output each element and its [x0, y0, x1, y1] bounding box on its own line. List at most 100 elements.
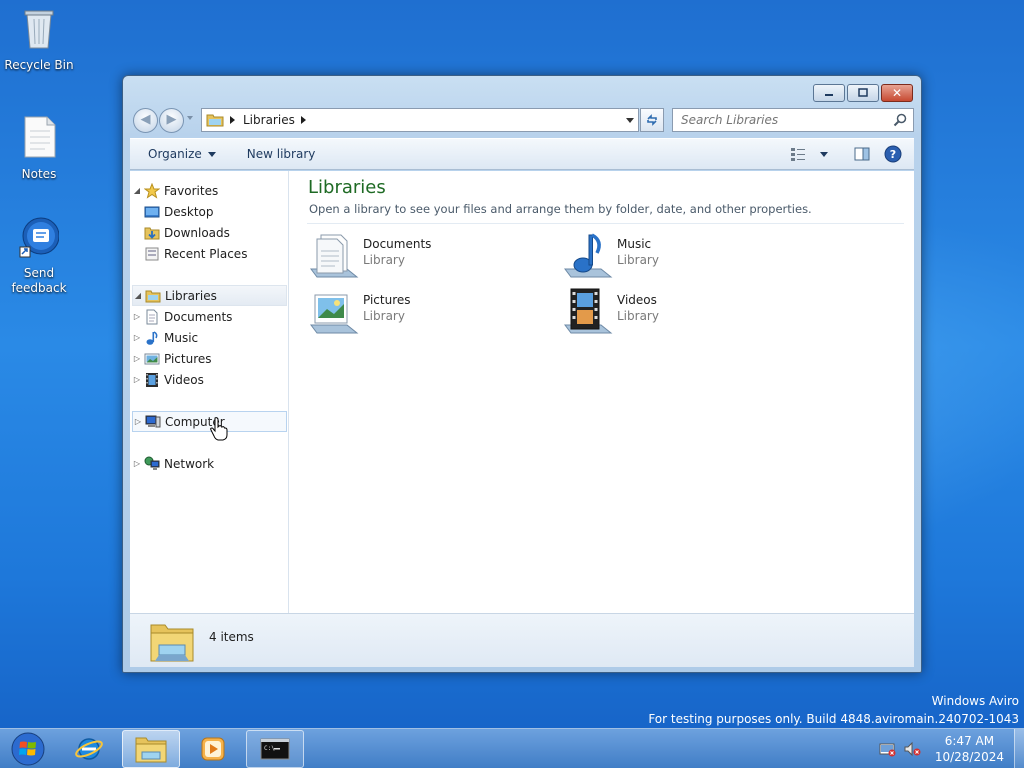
svg-text:C:\: C:\: [264, 745, 275, 752]
media-player-icon: [201, 737, 225, 761]
desktop-icon-label: Notes: [21, 167, 57, 181]
recycle-bin-icon: [24, 10, 54, 49]
address-history-dropdown[interactable]: [626, 118, 634, 123]
address-bar-row: ◀ ▶ Libraries: [131, 107, 914, 133]
build-watermark-info: For testing purposes only. Build 4848.av…: [648, 712, 1019, 726]
nav-item-documents[interactable]: ▷ Documents: [132, 306, 287, 327]
library-type: Library: [363, 253, 405, 267]
nav-item-desktop[interactable]: Desktop: [132, 201, 287, 222]
nav-item-videos[interactable]: ▷ Videos: [132, 369, 287, 390]
help-icon[interactable]: ?: [884, 145, 902, 163]
collapsed-triangle-icon[interactable]: ▷: [132, 333, 142, 342]
organize-label: Organize: [148, 147, 202, 161]
preview-pane-icon[interactable]: [854, 147, 870, 161]
taskbar-media-player[interactable]: [184, 730, 242, 768]
nav-libraries[interactable]: ◢ Libraries: [132, 285, 287, 306]
command-bar: Organize New library ?: [130, 138, 914, 170]
new-library-button[interactable]: New library: [247, 147, 316, 161]
nav-network-label: Network: [164, 456, 215, 471]
taskbar-clock[interactable]: 6:47 AM 10/28/2024: [935, 733, 1004, 765]
maximize-button[interactable]: [847, 84, 879, 102]
forward-arrow-icon: ▶: [166, 112, 177, 127]
nav-item-music[interactable]: ▷ Music: [132, 327, 287, 348]
nav-item-label: Documents: [164, 309, 233, 324]
internet-explorer-icon: [75, 738, 103, 760]
clock-time: 6:47 AM: [944, 734, 995, 748]
collapsed-triangle-icon[interactable]: ▷: [132, 354, 142, 363]
nav-item-downloads[interactable]: Downloads: [132, 222, 287, 243]
search-input[interactable]: [681, 113, 881, 127]
nav-item-pictures[interactable]: ▷ Pictures: [132, 348, 287, 369]
command-prompt-icon: C:\: [260, 738, 290, 760]
library-name: Pictures: [363, 293, 411, 307]
breadcrumb-chevron-icon[interactable]: [300, 116, 306, 124]
volume-muted-icon[interactable]: [903, 741, 921, 757]
nav-item-label: Downloads: [164, 225, 230, 240]
details-pane: 4 items: [130, 613, 914, 667]
collapsed-triangle-icon[interactable]: ▷: [132, 312, 142, 321]
search-box[interactable]: [672, 108, 914, 132]
organize-button[interactable]: Organize: [148, 147, 216, 161]
change-view-button[interactable]: [790, 147, 828, 161]
documents-icon: [146, 309, 158, 324]
file-list-pane: Libraries Open a library to see your fil…: [299, 171, 914, 613]
file-explorer-icon: [135, 737, 167, 763]
build-watermark-title: Windows Aviro: [931, 694, 1019, 708]
explorer-window: ✕ ◀ ▶ Libraries Search Libraries Organiz…: [122, 75, 922, 673]
action-center-flag-icon[interactable]: [879, 741, 897, 757]
close-icon: ✕: [891, 86, 903, 100]
back-arrow-icon: ◀: [140, 112, 151, 127]
chevron-down-icon[interactable]: [820, 151, 828, 157]
taskbar-file-explorer[interactable]: [122, 730, 180, 768]
collapsed-triangle-icon[interactable]: ▷: [132, 375, 142, 384]
library-documents[interactable]: Documents Library: [309, 231, 539, 281]
recent-pages-dropdown[interactable]: [187, 116, 193, 120]
item-count: 4 items: [209, 630, 254, 644]
collapsed-triangle-icon[interactable]: ▷: [133, 417, 143, 426]
search-icon[interactable]: [893, 113, 907, 127]
music-library-icon: [564, 233, 613, 278]
library-name: Documents: [363, 237, 432, 251]
window-controls: ✕: [813, 84, 913, 102]
start-button[interactable]: [0, 730, 56, 768]
videos-film-icon: [146, 372, 158, 387]
taskbar-command-prompt[interactable]: C:\: [246, 730, 304, 768]
start-orb-icon: [11, 732, 45, 766]
collapsed-triangle-icon[interactable]: ▷: [132, 459, 142, 468]
expand-triangle-icon[interactable]: ◢: [133, 291, 143, 300]
breadcrumb-libraries[interactable]: Libraries: [243, 113, 295, 127]
nav-item-label: Videos: [164, 372, 204, 387]
back-button[interactable]: ◀: [133, 108, 158, 133]
library-videos[interactable]: Videos Library: [563, 287, 793, 337]
minimize-button[interactable]: [813, 84, 845, 102]
nav-item-label: Pictures: [164, 351, 212, 366]
library-music[interactable]: Music Library: [563, 231, 793, 281]
taskbar-internet-explorer[interactable]: [60, 730, 118, 768]
address-bar[interactable]: Libraries: [201, 108, 639, 132]
svg-text:?: ?: [890, 148, 896, 161]
desktop-icon-send-feedback[interactable]: Send feedback: [1, 214, 77, 296]
hand-pointer-cursor-icon: [210, 417, 228, 441]
desktop-icon-notes[interactable]: Notes: [1, 115, 77, 182]
taskbar: C:\ 6:47 AM 10/28/2024: [0, 728, 1024, 768]
desktop-folder-icon: [144, 206, 160, 217]
nav-network[interactable]: ▷ Network: [132, 453, 287, 474]
feedback-icon: [19, 217, 60, 258]
clock-date: 10/28/2024: [934, 750, 1004, 764]
forward-button[interactable]: ▶: [159, 108, 184, 133]
nav-item-recent-places[interactable]: Recent Places: [132, 243, 287, 264]
nav-favorites-label: Favorites: [164, 183, 219, 198]
expand-triangle-icon[interactable]: ◢: [132, 186, 142, 195]
header-divider: [307, 223, 904, 224]
refresh-button[interactable]: [640, 108, 664, 132]
computer-icon: [145, 415, 161, 427]
library-pictures[interactable]: Pictures Library: [309, 287, 539, 337]
nav-favorites[interactable]: ◢ Favorites: [132, 180, 287, 201]
chevron-down-icon: [207, 151, 216, 157]
close-button[interactable]: ✕: [881, 84, 913, 102]
desktop-icon-recycle-bin[interactable]: Recycle Bin: [1, 6, 77, 73]
show-desktop-button[interactable]: [1014, 729, 1024, 768]
pictures-library-icon: [310, 294, 359, 334]
nav-item-label: Desktop: [164, 204, 214, 219]
network-icon: [144, 456, 160, 470]
